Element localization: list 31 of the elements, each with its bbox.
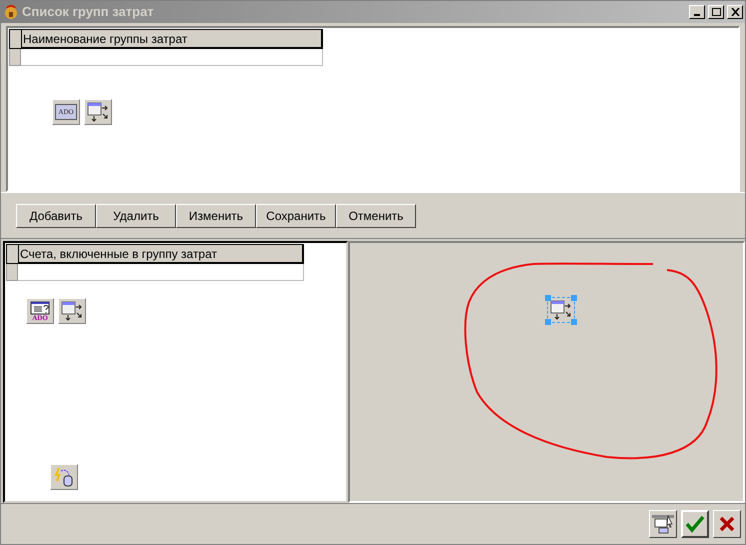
maximize-button[interactable]: [708, 5, 724, 19]
datasource-component[interactable]: [547, 297, 575, 323]
datasource-icon: [550, 300, 572, 320]
minimize-button[interactable]: [689, 5, 705, 19]
row-indicator: [9, 29, 21, 49]
ok-button[interactable]: [681, 510, 709, 538]
row-indicator: [9, 49, 21, 66]
window-title: Список групп затрат: [22, 3, 155, 22]
action-button[interactable]: Добавить: [16, 204, 96, 228]
helmet-icon: [3, 4, 19, 20]
close-icon: [719, 516, 735, 532]
column-header[interactable]: Наименование группы затрат: [21, 29, 323, 49]
maximize-icon: [712, 8, 720, 16]
query-icon: [30, 300, 50, 314]
checkmark-icon: [685, 515, 705, 533]
connection-component[interactable]: [50, 464, 78, 490]
datasource-icon: [87, 102, 109, 122]
database-icon: [54, 467, 74, 487]
row-indicator: [6, 244, 18, 264]
row-indicator: [6, 264, 18, 281]
close-button[interactable]: [727, 5, 743, 19]
close-icon: [730, 8, 740, 16]
action-button[interactable]: Сохранить: [256, 204, 336, 228]
datasource-icon: [61, 301, 83, 321]
form-icon: [651, 513, 675, 535]
form-button[interactable]: [649, 510, 677, 538]
column-header[interactable]: Счета, включенные в группу затрат: [18, 244, 304, 264]
action-button[interactable]: Удалить: [96, 204, 176, 228]
action-button[interactable]: Изменить: [176, 204, 256, 228]
cancel-button[interactable]: [713, 510, 741, 538]
action-button[interactable]: Отменить: [336, 204, 416, 228]
